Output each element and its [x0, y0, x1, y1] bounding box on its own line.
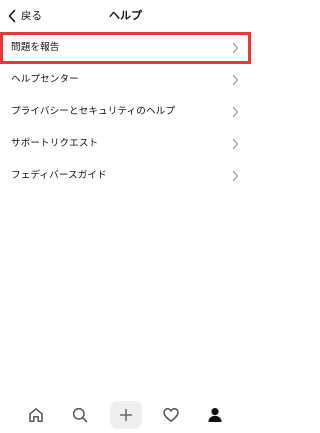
- top-navigation-bar: 戻る ヘルプ: [0, 0, 251, 32]
- menu-item-label: サポートリクエスト: [11, 138, 99, 149]
- menu-item-help-center[interactable]: ヘルプセンター: [0, 64, 251, 96]
- profile-tab[interactable]: [197, 397, 233, 433]
- help-menu-list: 問題を報告 ヘルプセンター プライバシーとセキュリティのヘルプ サポートリクエス…: [0, 32, 251, 192]
- menu-item-label: プライバシーとセキュリティのヘルプ: [11, 106, 176, 117]
- menu-item-fediverse-guide[interactable]: フェディバースガイド: [0, 160, 251, 192]
- search-icon: [71, 406, 89, 424]
- home-icon: [27, 406, 45, 424]
- page-title: ヘルプ: [109, 9, 142, 22]
- search-tab[interactable]: [62, 397, 98, 433]
- add-icon: [118, 407, 134, 423]
- menu-item-label: 問題を報告: [11, 42, 60, 53]
- menu-item-label: フェディバースガイド: [11, 170, 107, 181]
- menu-item-support-requests[interactable]: サポートリクエスト: [0, 128, 251, 160]
- menu-item-privacy-security-help[interactable]: プライバシーとセキュリティのヘルプ: [0, 96, 251, 128]
- chevron-right-icon: [232, 170, 239, 182]
- new-post-tab[interactable]: [110, 401, 142, 429]
- bottom-tab-bar: [0, 397, 251, 433]
- chevron-right-icon: [232, 106, 239, 118]
- menu-item-report-problem[interactable]: 問題を報告: [0, 32, 251, 64]
- profile-icon: [206, 406, 224, 424]
- chevron-right-icon: [232, 74, 239, 86]
- menu-item-label: ヘルプセンター: [11, 74, 79, 85]
- chevron-right-icon: [232, 138, 239, 150]
- heart-icon: [162, 406, 180, 424]
- activity-tab[interactable]: [153, 397, 189, 433]
- home-tab[interactable]: [18, 397, 54, 433]
- chevron-right-icon: [232, 42, 239, 54]
